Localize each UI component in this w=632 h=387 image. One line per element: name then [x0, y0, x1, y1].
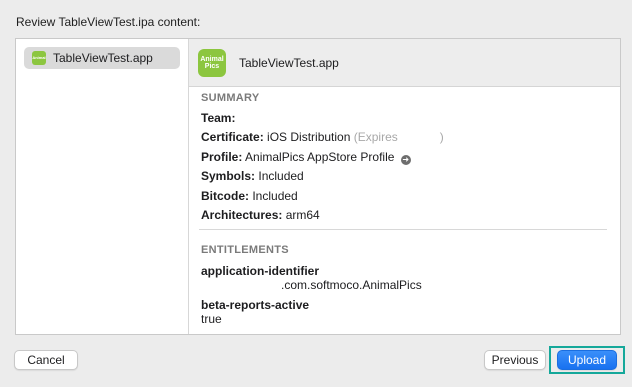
profile-value: AnimalPics AppStore Profile: [245, 150, 395, 164]
certificate-label: Certificate:: [201, 130, 264, 144]
cancel-button[interactable]: Cancel: [14, 350, 78, 370]
entitlement-key: application-identifier: [201, 264, 320, 278]
animal-pics-app-icon: Animal Pics: [198, 48, 226, 77]
app-icon-line1: Animal: [200, 55, 224, 63]
certificate-row: Certificate: iOS Distribution (Expires): [201, 130, 444, 144]
bitcode-row: Bitcode: Included: [201, 189, 298, 203]
certificate-value: iOS Distribution: [267, 130, 351, 144]
dialog-heading: Review TableViewTest.ipa content:: [16, 15, 201, 29]
upload-button[interactable]: Upload: [557, 350, 617, 370]
team-row: Team:: [201, 111, 235, 125]
bitcode-label: Bitcode:: [201, 189, 249, 203]
entitlements-title: ENTITLEMENTS: [201, 244, 289, 256]
review-dialog: Review TableViewTest.ipa content: Animal…: [0, 0, 632, 387]
previous-button[interactable]: Previous: [484, 350, 546, 370]
architectures-value: arm64: [285, 208, 320, 222]
section-divider: [199, 229, 607, 230]
architectures-row: Architectures: arm64: [201, 208, 320, 222]
sidebar: Animal TableViewTest.app: [16, 39, 189, 334]
architectures-label: Architectures:: [201, 208, 283, 222]
summary-title: SUMMARY: [201, 92, 260, 104]
app-icon-line2: Pics: [204, 62, 220, 70]
symbols-row: Symbols: Included: [201, 169, 304, 183]
sidebar-item-tableviewtest-app[interactable]: Animal TableViewTest.app: [24, 47, 180, 69]
profile-row: Profile: AnimalPics AppStore Profile ➜: [201, 150, 411, 165]
team-label: Team:: [201, 111, 236, 125]
entitlement-key: beta-reports-active: [201, 298, 310, 312]
certificate-expires: (Expires: [353, 130, 398, 144]
animal-pics-app-icon: Animal: [32, 51, 46, 65]
detail-pane: Animal Pics TableViewTest.app SUMMARY Te…: [189, 39, 620, 334]
app-name: TableViewTest.app: [239, 55, 339, 70]
bitcode-value: Included: [252, 189, 298, 203]
symbols-value: Included: [258, 169, 304, 183]
profile-label: Profile:: [201, 150, 243, 164]
sidebar-item-label: TableViewTest.app: [53, 51, 153, 65]
content-panel: Animal TableViewTest.app Animal Pics Tab…: [15, 38, 621, 335]
detail-header: Animal Pics TableViewTest.app: [189, 39, 620, 87]
app-icon-small-text: Animal: [32, 55, 46, 60]
certificate-expires-end: ): [439, 130, 444, 144]
arrow-right-circle-icon[interactable]: ➜: [400, 155, 411, 165]
entitlement-value: true: [201, 312, 222, 326]
entitlement-value: .com.softmoco.AnimalPics: [281, 278, 422, 292]
symbols-label: Symbols:: [201, 169, 256, 183]
